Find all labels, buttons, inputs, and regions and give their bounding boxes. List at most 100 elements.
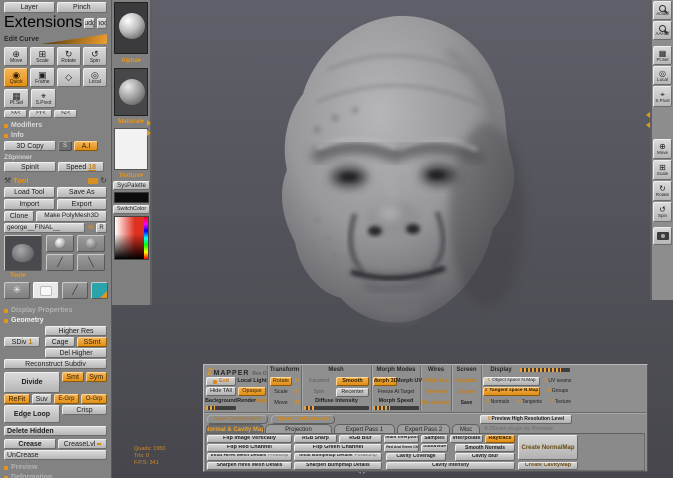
delete-hidden-button[interactable]: Delete Hidden xyxy=(4,426,107,436)
copy3d-button[interactable]: 3D Copy xyxy=(4,141,56,151)
sharpen-bumpmap-slider[interactable]: Sharpen Bumpmap Details xyxy=(294,462,382,470)
right-tray-grip[interactable] xyxy=(646,112,650,128)
import-button[interactable]: Import xyxy=(4,199,55,210)
hide-tall-button[interactable]: Hide TAll xyxy=(206,387,236,396)
texture-thumbnail[interactable] xyxy=(114,128,148,170)
layer-button[interactable]: Layer xyxy=(4,2,55,13)
background-slider[interactable] xyxy=(206,406,236,410)
smt-toggle[interactable]: Smt xyxy=(62,372,84,382)
spin-tool-button[interactable]: ↺Spin xyxy=(83,47,107,66)
frame-button[interactable]: ▣Frame xyxy=(30,68,54,87)
polyframe-toggle[interactable]: PolyFrame xyxy=(421,377,451,386)
ptsel-button[interactable]: ▦Pt.Sel xyxy=(4,89,29,108)
scale-tool-button[interactable]: ⊞Scale xyxy=(30,47,54,66)
display-res-slider[interactable] xyxy=(520,368,570,372)
dispose-button[interactable]: Dispose xyxy=(452,388,481,397)
syspalette-button[interactable]: SysPalette xyxy=(113,181,150,190)
higher-res-button[interactable]: Higher Res xyxy=(45,326,107,336)
smooth-normals-slider[interactable]: Smooth Normals xyxy=(455,444,515,452)
modifiers-header[interactable]: Modifiers xyxy=(4,122,107,129)
cage-button[interactable]: Cage xyxy=(45,337,75,347)
sculpt-head[interactable] xyxy=(247,10,547,340)
flip-green-channel-button[interactable]: Flip Green Channel xyxy=(294,444,382,452)
edge-loop-button[interactable]: Edge Loop xyxy=(4,405,60,423)
tool-thumb[interactable]: ╱ xyxy=(62,282,88,299)
aahalf-button[interactable]: AAHalf xyxy=(653,21,672,40)
refit-toggle[interactable]: ReFit xyxy=(4,394,30,404)
flip-image-vertically-button[interactable]: Flip Image Vertically xyxy=(207,435,292,443)
render-rgn-label[interactable]: RenderRgn xyxy=(238,398,266,405)
snapshot-camera-button[interactable] xyxy=(653,227,672,245)
nudge-button[interactable]: Nudge xyxy=(84,18,94,29)
polycube-button[interactable]: ◇ xyxy=(57,68,81,87)
load-tool-button[interactable]: Load Tool xyxy=(4,187,55,198)
subdivide-slider[interactable]: Subdivide xyxy=(421,444,448,452)
rgb-sharp-slider[interactable]: RGB Sharp xyxy=(294,435,337,443)
alpha-label[interactable]: Alpha▾ xyxy=(112,57,150,64)
reconstruct-subdiv-button[interactable]: Reconstruct Subdiv xyxy=(4,359,107,369)
ptsel-right-button[interactable]: ▦Pt.Sel xyxy=(653,46,672,65)
sym-toggle[interactable]: Sym xyxy=(86,372,108,382)
alpha-thumbnail[interactable] xyxy=(114,2,148,54)
mirror-y-button[interactable]: >Y< xyxy=(29,110,52,118)
clone-button[interactable]: Clone xyxy=(4,211,34,222)
quick-mode-button[interactable]: ◉Quick xyxy=(4,68,28,87)
tool-thumb[interactable] xyxy=(46,235,74,252)
uncrease-button[interactable]: UnCrease xyxy=(4,450,107,460)
current-color-swatch[interactable] xyxy=(114,192,149,203)
spin-speed-slider[interactable]: Speed 18 xyxy=(58,162,104,172)
crease-button[interactable]: Crease xyxy=(4,439,56,449)
tool-palette-header[interactable]: Tool xyxy=(13,176,28,185)
make-polymesh-button[interactable]: Make PolyMesh3D xyxy=(36,211,107,222)
move-tool-button[interactable]: ⊕Move xyxy=(4,47,28,66)
morph-speed-slider[interactable] xyxy=(373,406,419,410)
tool-flyout-label[interactable]: Tool▾ xyxy=(10,272,25,279)
local-light-label[interactable]: Local Light xyxy=(238,377,266,386)
ogrp-toggle[interactable]: O-Grp xyxy=(81,394,107,404)
opaque-button[interactable]: Opaque xyxy=(238,387,266,396)
switch-red-green-button[interactable]: Switch Red And Green Channels xyxy=(384,444,419,452)
smooth-button[interactable]: Smooth xyxy=(97,18,107,29)
sdiv-slider[interactable]: SDiv 1 xyxy=(4,337,40,347)
tool-thumb[interactable]: ╲ xyxy=(77,254,105,271)
tool-name-field[interactable]: george__FINAL__ xyxy=(4,223,85,233)
tool-thumb[interactable] xyxy=(77,235,105,252)
tool-thumb[interactable]: ╱ xyxy=(46,254,74,271)
pinch-button[interactable]: Pinch xyxy=(57,2,108,13)
normframe-toggle[interactable]: NormFrame xyxy=(421,399,451,408)
crisp-toggle[interactable]: Crisp xyxy=(62,405,107,415)
actual-size-button[interactable]: Actual xyxy=(653,1,672,20)
save-screen-button[interactable]: Save xyxy=(452,399,481,408)
cavity-blur-slider[interactable]: Cavity Blur xyxy=(455,453,515,461)
rotate-right-button[interactable]: ↻Rotate xyxy=(653,181,672,201)
spin-right-button[interactable]: ↺Spin xyxy=(653,202,672,222)
local-button[interactable]: ◎Local xyxy=(83,68,107,87)
inflat-bumpmap-slider[interactable]: Inflat Bumpmap DetailsPostBump xyxy=(294,453,382,461)
color-picker[interactable] xyxy=(114,216,149,260)
background-label[interactable]: Background xyxy=(206,398,236,405)
deformation-header[interactable]: Deformation xyxy=(4,474,107,478)
samples-slider[interactable]: Samples xyxy=(421,435,448,443)
tool-r-button[interactable]: R xyxy=(96,223,107,233)
cavity-intensity-slider[interactable]: Cavity Intensity xyxy=(386,462,515,470)
scale-right-button[interactable]: ⊞Scale xyxy=(653,160,672,180)
smooth-shading-button[interactable]: Smooth xyxy=(336,377,369,386)
preview-high-res-button[interactable]: 0Preview High Resolution Level xyxy=(480,415,572,424)
edit-curve-widget[interactable] xyxy=(41,34,107,44)
tool-thumb-teal[interactable] xyxy=(91,282,108,299)
mirror-z-button[interactable]: >Z< xyxy=(54,110,77,118)
sharpen-hires-slider[interactable]: Sharpen Hires Mesh Details xyxy=(207,462,292,470)
tool-thumb-selected[interactable] xyxy=(33,282,59,299)
del-higher-button[interactable]: Del Higher xyxy=(45,348,107,358)
texture-label[interactable]: Texture▾ xyxy=(112,172,150,179)
crease-lvl-slider[interactable]: CreaseLvl xyxy=(58,439,107,449)
spivot-button[interactable]: ⌖S.Pivot xyxy=(31,89,56,108)
export-button[interactable]: Export xyxy=(57,199,108,210)
raytrace-button[interactable]: Raytrace xyxy=(485,435,515,443)
snapshot-button[interactable]: Snapshot xyxy=(452,377,481,386)
rgb-blur-slider[interactable]: RGB Blur xyxy=(339,435,382,443)
flip-red-channel-button[interactable]: Flip Red Channel xyxy=(207,444,292,452)
spinit-button[interactable]: SpinIt xyxy=(4,162,56,172)
diffuse-intensity-slider[interactable] xyxy=(304,406,369,410)
diffuse-intensity-label[interactable]: Diffuse Intensity xyxy=(304,398,369,405)
